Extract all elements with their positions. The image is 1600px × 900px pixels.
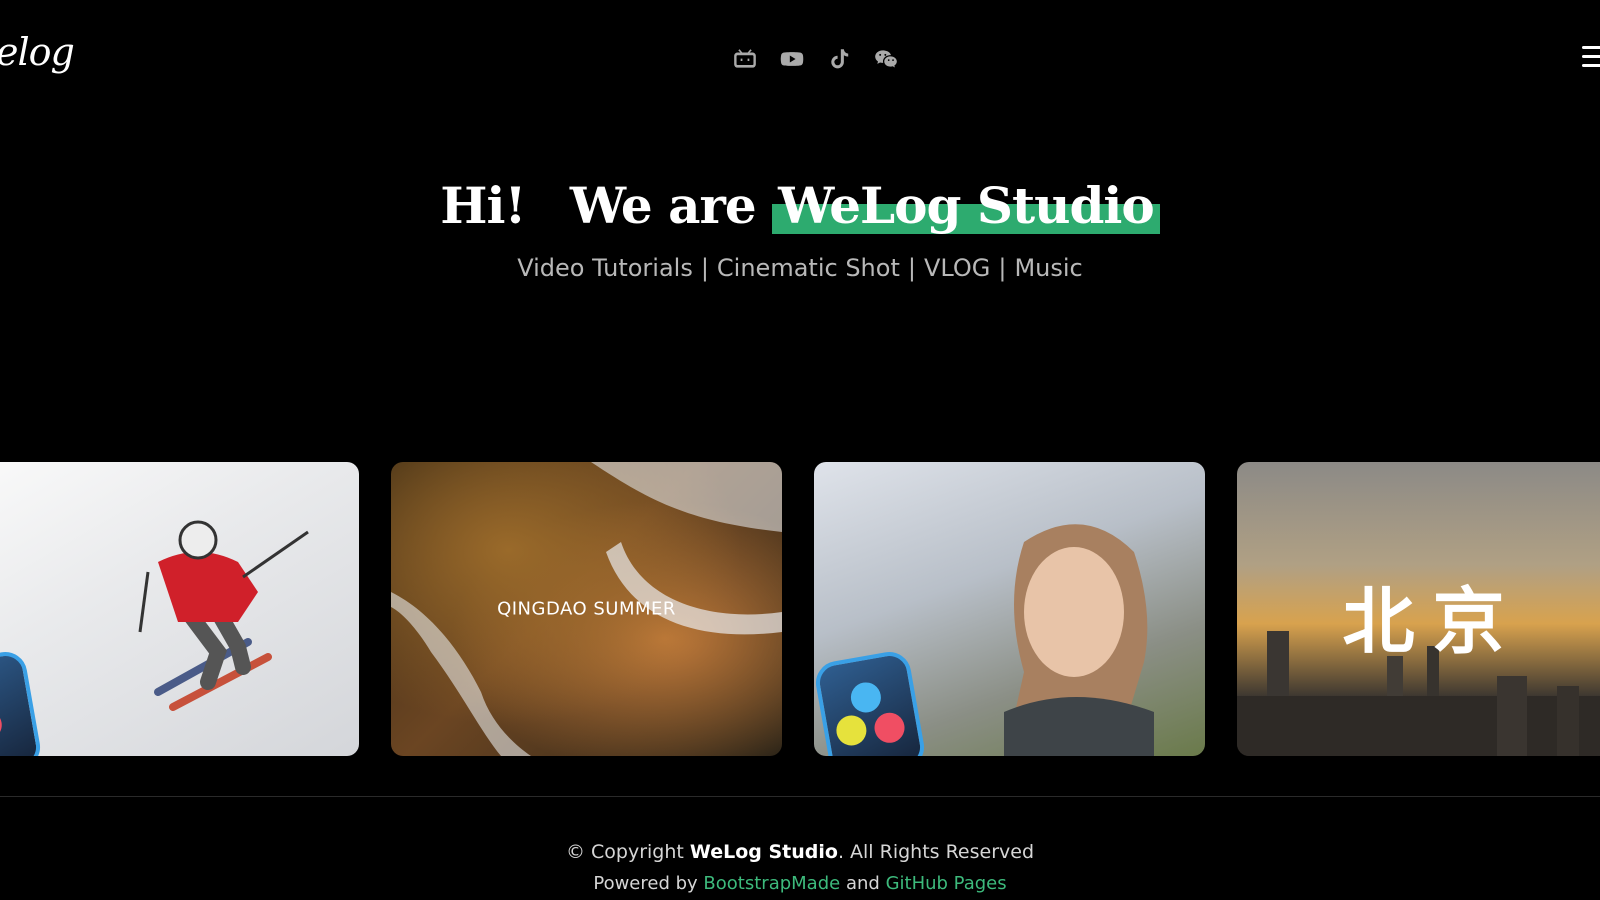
copyright-text: © Copyright WeLog Studio. All Rights Res… <box>565 841 1035 863</box>
card-caption: QINGDAO SUMMER <box>497 598 676 620</box>
hero-tagline: Video Tutorials | Cinematic Shot | VLOG | Musi… <box>0 254 1600 282</box>
hero: Hi! We are WeLog Studio Video Tutorials |… <box>0 172 1600 282</box>
tiktok-icon[interactable] <box>824 44 854 74</box>
menu-toggle-icon[interactable] <box>1582 46 1600 72</box>
video-gallery: QINGDAO SUMMER 北京 <box>0 462 1600 756</box>
tag-music: Music <box>1014 254 1083 282</box>
hero-greeting: Hi! <box>440 176 526 235</box>
site-logo[interactable]: elog <box>0 30 75 74</box>
footer-brand: WeLog Studio <box>689 841 838 863</box>
wechat-icon[interactable] <box>871 44 901 74</box>
bilibili-icon[interactable] <box>730 44 760 74</box>
tag-cinematic-shot: Cinematic Shot <box>716 254 900 282</box>
hero-lead: We are <box>569 176 757 235</box>
tag-video-tutorials: Video Tutorials <box>517 254 693 282</box>
powered-by-text: Powered by BootstrapMade and GitHub Page… <box>593 873 1007 894</box>
tag-separator: | <box>907 254 916 282</box>
tag-separator: | <box>700 254 709 282</box>
bootstrapmade-link[interactable]: BootstrapMade <box>703 873 840 894</box>
youtube-icon[interactable] <box>777 44 807 74</box>
github-pages-link[interactable]: GitHub Pages <box>886 873 1007 894</box>
gallery-card-portrait[interactable] <box>814 462 1205 756</box>
hero-title: Hi! We are WeLog Studio <box>0 172 1600 240</box>
davinci-resolve-icon <box>814 648 928 756</box>
card-caption: 北京 <box>1342 578 1523 664</box>
skier-image <box>138 520 309 711</box>
social-links <box>730 44 901 74</box>
gallery-card-qingdao[interactable]: QINGDAO SUMMER <box>391 462 782 756</box>
site-footer: © Copyright WeLog Studio. All Rights Res… <box>0 796 1600 900</box>
site-header: elog <box>0 0 1600 118</box>
hero-brand: WeLog Studio <box>772 172 1160 240</box>
tag-vlog: VLOG <box>923 254 991 282</box>
tag-separator: | <box>998 254 1007 282</box>
gallery-card-beijing[interactable]: 北京 <box>1237 462 1600 756</box>
gallery-card-skier[interactable] <box>0 462 359 756</box>
woman-portrait-image <box>1004 524 1154 756</box>
davinci-resolve-icon <box>0 648 44 756</box>
